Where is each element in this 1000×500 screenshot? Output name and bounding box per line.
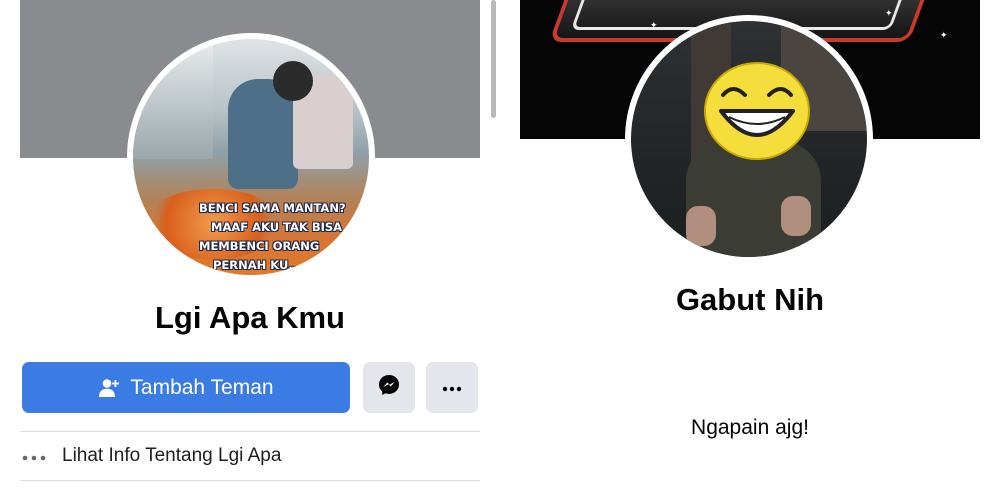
more-dots-icon — [22, 445, 46, 467]
add-friend-icon — [98, 378, 120, 398]
right-profile-panel: ✦ ✦ ✦ Gabut Nih Ngapain ajg! — [500, 0, 1000, 500]
profile-avatar[interactable] — [625, 15, 873, 263]
profile-name: Lgi Apa Kmu — [154, 300, 345, 335]
avatar-caption: BENCI SAMA MANTAN? MAAF AKU TAK BISA MEM… — [199, 201, 346, 272]
more-options-button[interactable] — [426, 362, 478, 413]
more-icon — [441, 379, 463, 397]
add-friend-label: Tambah Teman — [130, 375, 274, 399]
divider — [20, 431, 480, 432]
messenger-icon — [377, 373, 401, 402]
see-info-link[interactable]: Lihat Info Tentang Lgi Apa — [22, 441, 480, 471]
scrollbar[interactable] — [491, 0, 496, 118]
left-profile-panel: BENCI SAMA MANTAN? MAAF AKU TAK BISA MEM… — [0, 0, 500, 500]
laughing-smiley-icon — [703, 61, 811, 161]
messenger-button[interactable] — [363, 362, 415, 413]
profile-avatar[interactable]: BENCI SAMA MANTAN? MAAF AKU TAK BISA MEM… — [127, 33, 375, 281]
divider — [20, 480, 480, 481]
avatar-image — [631, 21, 867, 257]
add-friend-button[interactable]: Tambah Teman — [22, 362, 350, 413]
see-info-label: Lihat Info Tentang Lgi Apa — [62, 445, 282, 466]
profile-name: Gabut Nih — [675, 282, 825, 317]
profile-bio: Ngapain ajg! — [691, 416, 809, 439]
avatar-image: BENCI SAMA MANTAN? MAAF AKU TAK BISA MEM… — [133, 39, 369, 275]
